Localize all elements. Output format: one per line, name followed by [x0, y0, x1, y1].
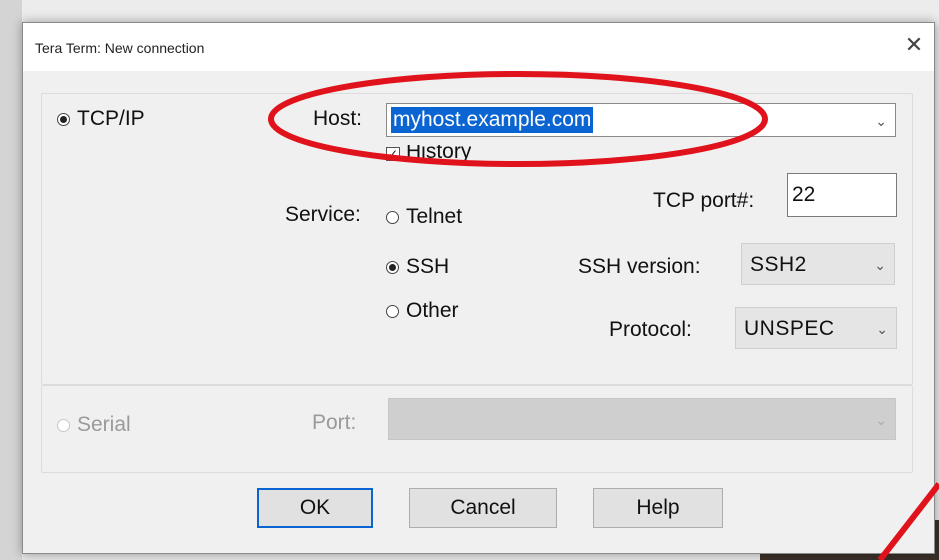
service-radio-ssh[interactable]: SSH [386, 255, 449, 279]
chevron-down-icon: ⌄ [875, 412, 887, 428]
ssh-version-label: SSH version: [578, 255, 701, 278]
background-left [0, 0, 22, 560]
tcp-port-label: TCP port#: [653, 189, 755, 212]
ssh-version-select[interactable]: SSH2 ⌄ [741, 243, 895, 285]
history-label: History [406, 145, 472, 163]
protocol-value: UNSPEC [744, 317, 835, 340]
serial-port-label: Port: [312, 411, 357, 434]
service-ssh-label: SSH [406, 255, 450, 278]
protocol-label: Protocol: [609, 318, 692, 341]
ssh-version-value: SSH2 [750, 253, 807, 276]
chevron-down-icon[interactable]: ⌄ [875, 114, 887, 128]
ok-button[interactable]: OK [257, 488, 373, 528]
tcpip-radio[interactable]: TCP/IP [57, 107, 145, 131]
service-other-label: Other [406, 299, 459, 322]
serial-label: Serial [77, 413, 131, 436]
radio-unselected-icon [386, 210, 399, 224]
tcpip-label: TCP/IP [77, 107, 145, 130]
chevron-down-icon: ⌄ [876, 321, 888, 337]
host-label: Host: [313, 107, 363, 130]
checkbox-checked-icon: ✓ [386, 147, 400, 161]
window-title: Tera Term: New connection [35, 40, 205, 56]
protocol-select[interactable]: UNSPEC ⌄ [735, 307, 897, 349]
serial-radio[interactable]: Serial [57, 413, 131, 437]
radio-selected-icon [57, 112, 70, 126]
service-label: Service: [285, 203, 361, 226]
serial-port-select[interactable]: ⌄ [388, 398, 896, 440]
radio-disabled-icon [57, 418, 70, 432]
host-input-value[interactable]: myhost.example.com [391, 107, 594, 133]
radio-selected-icon [386, 260, 399, 274]
service-telnet-label: Telnet [406, 205, 463, 228]
chevron-down-icon: ⌄ [874, 257, 886, 273]
host-combobox[interactable]: myhost.example.com ⌄ [386, 103, 896, 137]
help-button[interactable]: Help [593, 488, 723, 528]
service-radio-telnet[interactable]: Telnet [386, 205, 462, 229]
radio-unselected-icon [386, 304, 399, 318]
cancel-button[interactable]: Cancel [409, 488, 557, 528]
close-icon[interactable]: ✕ [903, 34, 925, 56]
tcp-port-input[interactable] [787, 173, 897, 217]
history-checkbox[interactable]: ✓ History [386, 145, 471, 173]
service-radio-other[interactable]: Other [386, 299, 459, 323]
title-bar: Tera Term: New connection ✕ [23, 23, 934, 71]
new-connection-dialog: Tera Term: New connection ✕ TCP/IP Host:… [22, 22, 935, 554]
